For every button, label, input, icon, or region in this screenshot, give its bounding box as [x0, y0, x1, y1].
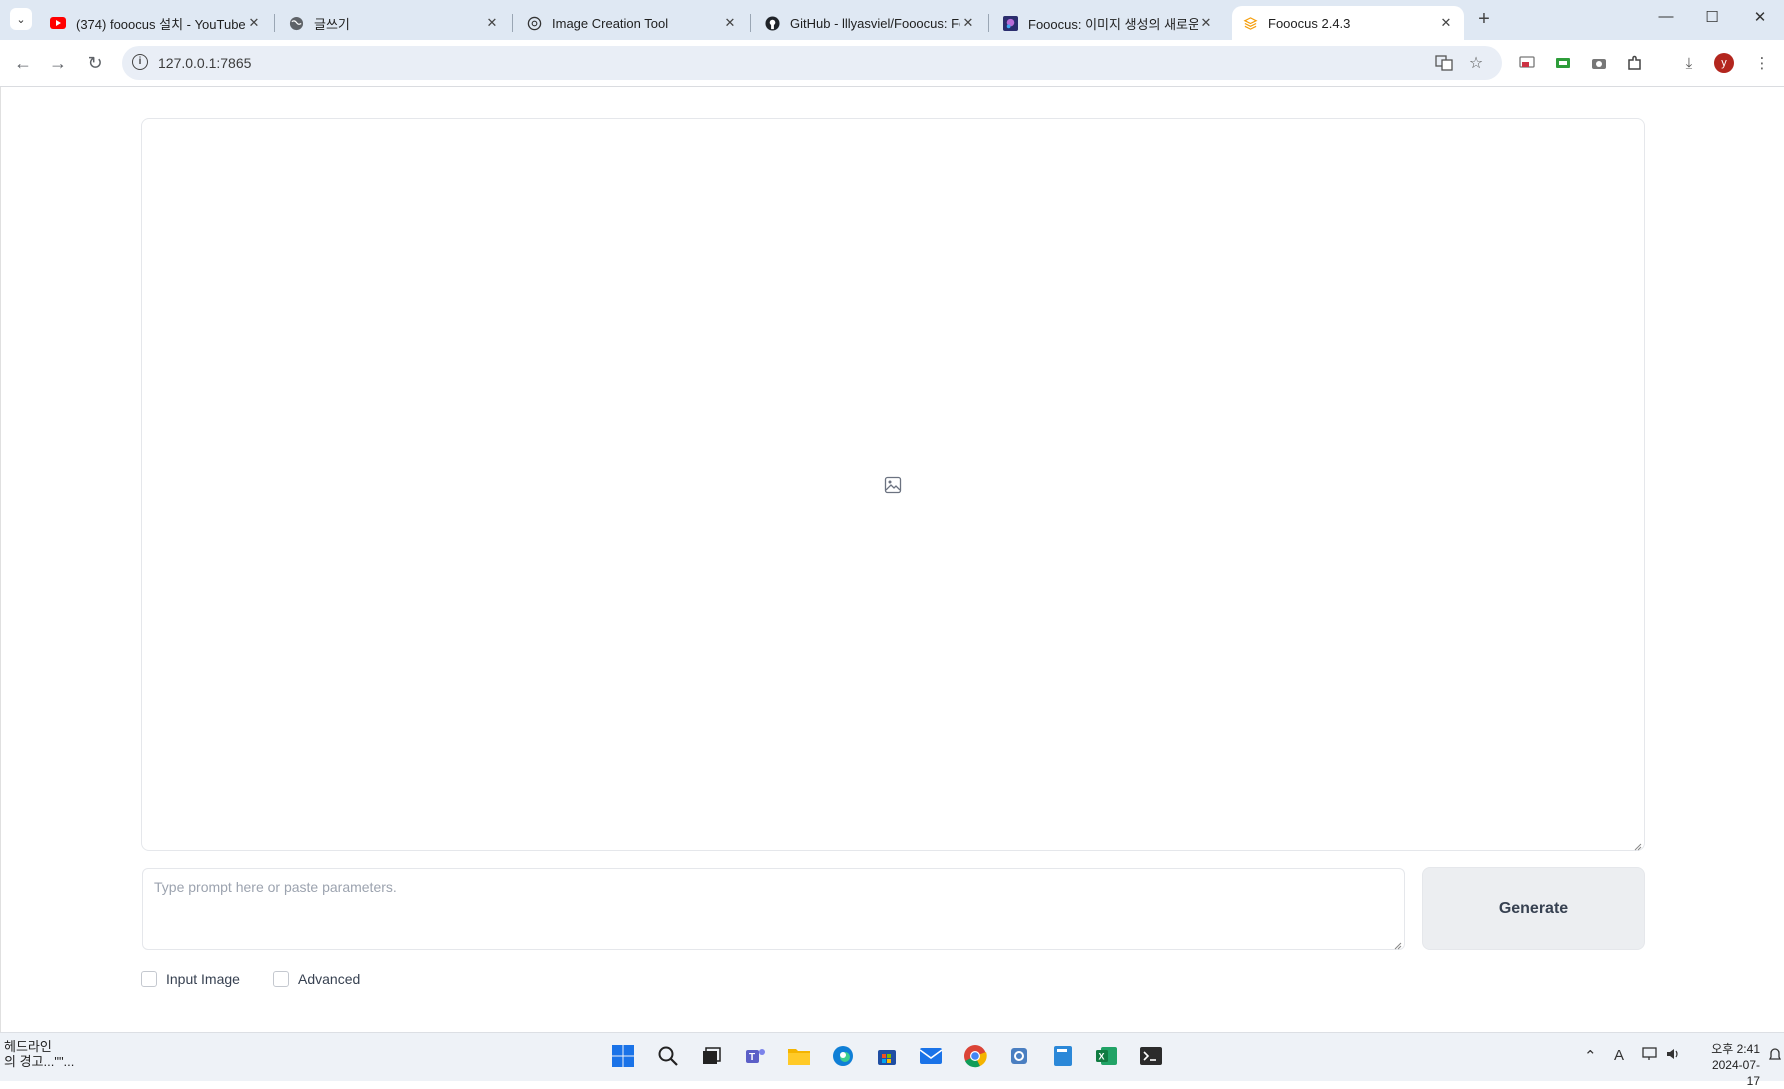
- openai-icon: [526, 15, 542, 31]
- tab-title: (374) fooocus 설치 - YouTube: [76, 16, 246, 32]
- news-headline: 헤드라인: [4, 1039, 52, 1054]
- github-icon: [764, 15, 780, 31]
- download-icon[interactable]: ⤓: [1678, 52, 1700, 74]
- news-subline: 의 경고...""...: [4, 1054, 75, 1069]
- maximize-icon[interactable]: ☐: [1692, 8, 1732, 26]
- terminal-icon[interactable]: [1138, 1043, 1164, 1069]
- youtube-icon: [50, 15, 66, 31]
- settings-gear-icon[interactable]: [1006, 1043, 1032, 1069]
- screen-capture-icon[interactable]: [1552, 52, 1574, 74]
- url-text: 127.0.0.1:7865: [158, 55, 252, 71]
- windows-start-icon[interactable]: [610, 1043, 636, 1069]
- checkbox-box[interactable]: [141, 971, 157, 987]
- network-icon[interactable]: [1642, 1047, 1658, 1065]
- checkbox-label: Input Image: [166, 971, 240, 987]
- close-icon[interactable]: ✕: [1438, 15, 1454, 31]
- tab-divider: [750, 14, 751, 32]
- advanced-checkbox[interactable]: Advanced: [273, 971, 360, 987]
- tab-title: Image Creation Tool: [552, 15, 669, 31]
- tab-divider: [274, 14, 275, 32]
- mail-icon[interactable]: [918, 1043, 944, 1069]
- input-image-checkbox[interactable]: Input Image: [141, 971, 240, 987]
- article-icon: [1002, 15, 1018, 31]
- tab-title: Fooocus 2.4.3: [1268, 15, 1351, 31]
- volume-icon[interactable]: [1666, 1047, 1682, 1065]
- notes-app-icon[interactable]: [1050, 1043, 1076, 1069]
- tab-divider: [988, 14, 989, 32]
- minimize-icon[interactable]: —: [1646, 8, 1686, 25]
- tab-divider: [512, 14, 513, 32]
- cast-icon[interactable]: [1516, 52, 1538, 74]
- tab-strip: ⌄ (374) fooocus 설치 - YouTube ✕ 글쓰기 ✕ Ima…: [0, 0, 1784, 40]
- tab-image-creation-tool[interactable]: Image Creation Tool ✕: [516, 6, 748, 40]
- chevron-up-icon[interactable]: ⌃: [1584, 1047, 1597, 1065]
- bookmark-star-icon[interactable]: ☆: [1466, 53, 1486, 73]
- gradio-icon: [1242, 15, 1258, 31]
- close-icon[interactable]: ✕: [1198, 15, 1214, 31]
- checkbox-label: Advanced: [298, 971, 361, 987]
- notification-bell-icon[interactable]: [1768, 1047, 1782, 1067]
- tab-writing[interactable]: 글쓰기 ✕: [278, 6, 510, 40]
- edge-icon[interactable]: [830, 1043, 856, 1069]
- tab-search-button[interactable]: ⌄: [10, 8, 32, 30]
- teams-icon[interactable]: T: [742, 1043, 768, 1069]
- tab-fooocus-active[interactable]: Fooocus 2.4.3 ✕: [1232, 6, 1464, 40]
- browser-toolbar: ← → ↻ i 127.0.0.1:7865 ☆ ⤓ y ⋮: [0, 40, 1784, 87]
- task-view-icon[interactable]: [698, 1043, 724, 1069]
- address-bar[interactable]: i 127.0.0.1:7865 ☆: [122, 46, 1502, 80]
- profile-avatar[interactable]: y: [1714, 53, 1734, 73]
- reload-icon[interactable]: ↻: [83, 51, 107, 75]
- resize-handle-icon[interactable]: [1632, 838, 1642, 851]
- resize-handle-icon[interactable]: [1392, 937, 1402, 950]
- close-icon[interactable]: ✕: [484, 15, 500, 31]
- extensions-puzzle-icon[interactable]: [1624, 52, 1646, 74]
- window-close-icon[interactable]: ✕: [1740, 8, 1780, 26]
- ime-indicator[interactable]: A: [1614, 1047, 1624, 1064]
- microsoft-store-icon[interactable]: [874, 1043, 900, 1069]
- new-tab-button[interactable]: +: [1472, 8, 1496, 31]
- tab-title: GitHub - lllyasviel/Fooocus: Fo: [790, 15, 960, 31]
- tab-fooocus-article[interactable]: Fooocus: 이미지 생성의 새로운 ✕: [992, 6, 1224, 40]
- excel-icon[interactable]: X: [1094, 1043, 1120, 1069]
- page-viewport: Type prompt here or paste parameters. Ge…: [0, 87, 1784, 1032]
- svg-text:X: X: [1099, 1052, 1105, 1062]
- chrome-icon[interactable]: [962, 1043, 988, 1069]
- tab-title: Fooocus: 이미지 생성의 새로운: [1028, 16, 1198, 32]
- file-explorer-icon[interactable]: [786, 1043, 812, 1069]
- system-clock[interactable]: 오후 2:41 2024-07-17: [1700, 1041, 1760, 1089]
- clock-date: 2024-07-17: [1711, 1058, 1760, 1088]
- site-info-icon[interactable]: i: [132, 54, 148, 70]
- close-icon[interactable]: ✕: [246, 15, 262, 31]
- windows-taskbar: 헤드라인 의 경고...""... T X ⌃ A 오후 2:41 2024-0…: [0, 1032, 1784, 1088]
- back-icon[interactable]: ←: [11, 51, 35, 75]
- checkbox-box[interactable]: [273, 971, 289, 987]
- clock-time: 오후 2:41: [1711, 1042, 1760, 1056]
- kebab-menu-icon[interactable]: ⋮: [1751, 52, 1773, 74]
- close-icon[interactable]: ✕: [722, 15, 738, 31]
- close-icon[interactable]: ✕: [960, 15, 976, 31]
- camera-icon[interactable]: [1588, 52, 1610, 74]
- tab-youtube[interactable]: (374) fooocus 설치 - YouTube ✕: [40, 6, 272, 40]
- prompt-textarea[interactable]: Type prompt here or paste parameters.: [142, 868, 1405, 950]
- image-gallery[interactable]: [141, 118, 1645, 851]
- tab-title: 글쓰기: [314, 16, 350, 32]
- globe-icon: [288, 15, 304, 31]
- generate-button[interactable]: Generate: [1422, 867, 1645, 950]
- tab-github[interactable]: GitHub - lllyasviel/Fooocus: Fo ✕: [754, 6, 986, 40]
- search-icon[interactable]: [655, 1043, 681, 1069]
- prompt-placeholder: Type prompt here or paste parameters.: [154, 879, 397, 895]
- translate-icon[interactable]: [1434, 53, 1454, 73]
- svg-text:T: T: [749, 1052, 755, 1063]
- image-icon: [884, 476, 902, 494]
- news-widget[interactable]: 헤드라인 의 경고...""...: [4, 1039, 74, 1069]
- forward-icon[interactable]: →: [46, 51, 70, 75]
